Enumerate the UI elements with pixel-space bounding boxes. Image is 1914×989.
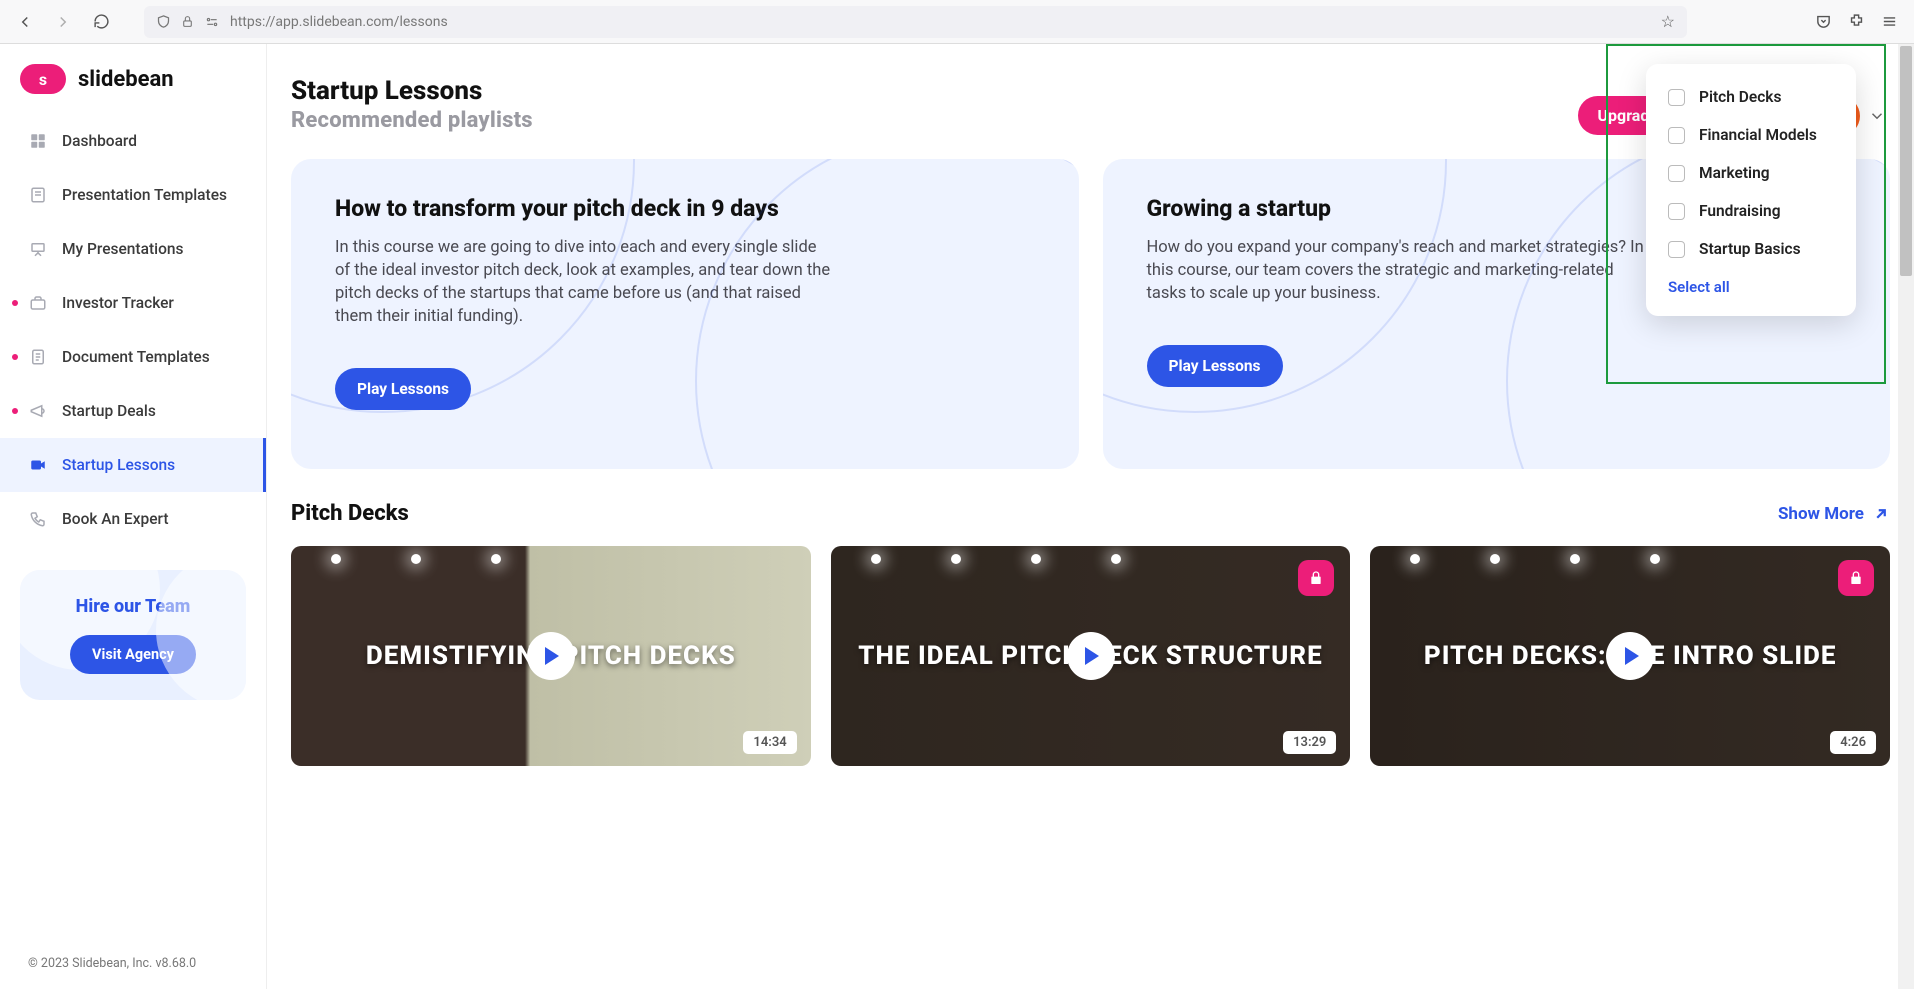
playlist-description: In this course we are going to dive into… [335, 236, 835, 328]
sidebar-item-presentation-templates[interactable]: Presentation Templates [0, 168, 266, 222]
sidebar: s slidebean Dashboard Presentation Templ… [0, 44, 267, 989]
sidebar-item-document-templates[interactable]: Document Templates [0, 330, 266, 384]
easel-icon [28, 239, 48, 259]
filter-option[interactable]: Fundraising [1646, 192, 1856, 230]
pocket-icon[interactable] [1815, 13, 1832, 30]
sidebar-item-label: Dashboard [62, 132, 137, 150]
sidebar-item-label: Book An Expert [62, 510, 169, 528]
play-lessons-button[interactable]: Play Lessons [335, 368, 471, 410]
sidebar-item-startup-deals[interactable]: Startup Deals [0, 384, 266, 438]
sidebar-item-startup-lessons[interactable]: Startup Lessons [0, 438, 266, 492]
document-icon [28, 347, 48, 367]
hire-team-title: Hire our Team [36, 596, 230, 617]
browser-toolbar: https://app.slidebean.com/lessons ☆ [0, 0, 1914, 44]
filter-label: Pitch Decks [1699, 88, 1781, 106]
filter-label: Fundraising [1699, 202, 1781, 220]
app-menu-icon[interactable] [1881, 13, 1898, 30]
filter-checkbox[interactable] [1668, 165, 1685, 182]
sidebar-item-my-presentations[interactable]: My Presentations [0, 222, 266, 276]
address-bar[interactable]: https://app.slidebean.com/lessons ☆ [144, 6, 1687, 38]
play-icon[interactable] [527, 632, 575, 680]
sidebar-item-book-an-expert[interactable]: Book An Expert [0, 492, 266, 546]
sidebar-item-investor-tracker[interactable]: Investor Tracker [0, 276, 266, 330]
playlist-card: How to transform your pitch deck in 9 da… [291, 159, 1079, 469]
visit-agency-button[interactable]: Visit Agency [70, 635, 196, 674]
megaphone-icon [28, 401, 48, 421]
duration-badge: 4:26 [1830, 731, 1876, 754]
hire-team-card: Hire our Team Visit Agency [20, 570, 246, 700]
lock-icon [181, 15, 194, 28]
page-title: Startup Lessons [291, 76, 482, 106]
grid-icon [28, 131, 48, 151]
logo-mark: s [20, 64, 66, 94]
filter-checkbox[interactable] [1668, 89, 1685, 106]
sidebar-nav: Dashboard Presentation Templates My Pres… [0, 114, 266, 546]
back-button[interactable] [10, 7, 40, 37]
duration-badge: 14:34 [743, 731, 796, 754]
play-icon[interactable] [1606, 632, 1654, 680]
pitch-decks-heading: Pitch Decks [291, 501, 409, 526]
video-card[interactable]: DEMISTIFYING PITCH DECKS 14:34 [291, 546, 811, 766]
permissions-icon [204, 15, 220, 29]
filter-option[interactable]: Financial Models [1646, 116, 1856, 154]
video-icon [28, 455, 48, 475]
forward-button[interactable] [48, 7, 78, 37]
logo[interactable]: s slidebean [0, 64, 266, 114]
briefcase-icon [28, 293, 48, 313]
sidebar-item-label: My Presentations [62, 240, 183, 258]
video-card[interactable]: PITCH DECKS: THE INTRO SLIDE 4:26 [1370, 546, 1890, 766]
template-icon [28, 185, 48, 205]
play-lessons-button[interactable]: Play Lessons [1147, 345, 1283, 387]
show-more-label: Show More [1778, 504, 1864, 524]
new-dot-icon [12, 408, 18, 414]
filter-checkbox[interactable] [1668, 241, 1685, 258]
copyright: © 2023 Slidebean, Inc. v8.68.0 [0, 946, 266, 979]
shield-icon [156, 14, 171, 29]
extensions-icon[interactable] [1848, 13, 1865, 30]
sidebar-item-label: Investor Tracker [62, 294, 174, 312]
url-text: https://app.slidebean.com/lessons [230, 14, 448, 30]
filter-option[interactable]: Marketing [1646, 154, 1856, 192]
vertical-scrollbar[interactable] [1898, 44, 1914, 989]
reload-button[interactable] [86, 7, 116, 37]
filter-checkbox[interactable] [1668, 203, 1685, 220]
show-more-link[interactable]: Show More [1778, 504, 1890, 524]
phone-icon [28, 509, 48, 529]
video-card[interactable]: THE IDEAL PITCH DECK STRUCTURE 13:29 [831, 546, 1351, 766]
sidebar-item-dashboard[interactable]: Dashboard [0, 114, 266, 168]
lock-icon [1298, 560, 1334, 596]
duration-badge: 13:29 [1283, 731, 1336, 754]
sidebar-item-label: Startup Lessons [62, 456, 175, 474]
sidebar-item-label: Presentation Templates [62, 186, 227, 204]
new-dot-icon [12, 354, 18, 360]
select-all-link[interactable]: Select all [1646, 268, 1856, 310]
main-content: Startup Lessons Upgrade T Recommended pl… [267, 44, 1914, 989]
sidebar-item-label: Startup Deals [62, 402, 156, 420]
new-dot-icon [12, 300, 18, 306]
lock-icon [1838, 560, 1874, 596]
filter-label: Financial Models [1699, 126, 1817, 144]
pitch-decks-header: Pitch Decks Show More [291, 501, 1890, 526]
filter-checkbox[interactable] [1668, 127, 1685, 144]
playlist-description: How do you expand your company's reach a… [1147, 236, 1647, 305]
playlist-title: How to transform your pitch deck in 9 da… [335, 195, 1035, 222]
bookmark-star-icon[interactable]: ☆ [1661, 12, 1675, 31]
video-grid: DEMISTIFYING PITCH DECKS 14:34 THE IDEAL… [291, 546, 1890, 766]
filter-option[interactable]: Startup Basics [1646, 230, 1856, 268]
chevron-down-icon[interactable] [1868, 107, 1886, 125]
logo-text: slidebean [78, 67, 174, 92]
filter-popover: Pitch Decks Financial Models Marketing F… [1646, 64, 1856, 316]
filter-label: Marketing [1699, 164, 1770, 182]
scrollbar-thumb[interactable] [1900, 46, 1912, 276]
play-icon[interactable] [1067, 632, 1115, 680]
sidebar-item-label: Document Templates [62, 348, 210, 366]
arrow-up-right-icon [1872, 505, 1890, 523]
filter-label: Startup Basics [1699, 240, 1801, 258]
filter-option[interactable]: Pitch Decks [1646, 78, 1856, 116]
